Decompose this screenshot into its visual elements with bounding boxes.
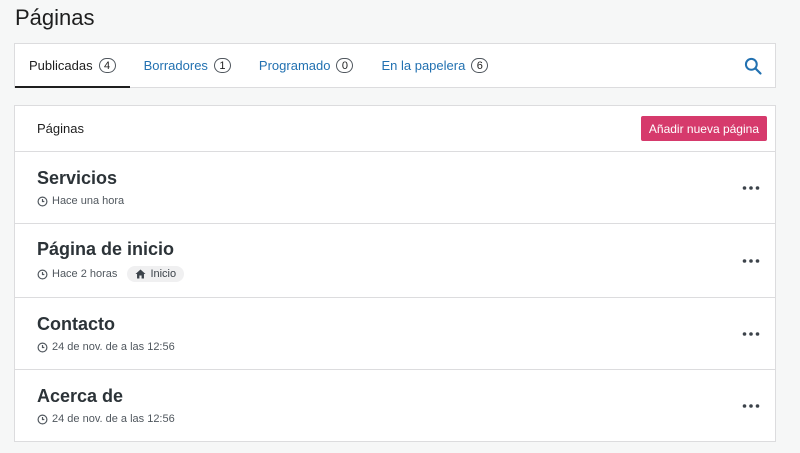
search-icon — [744, 57, 762, 75]
search-button[interactable] — [731, 44, 775, 87]
list-header-label: Páginas — [37, 121, 84, 136]
tab-label: En la papelera — [381, 58, 466, 73]
page-time-text: Hace 2 horas — [52, 268, 118, 280]
page-time-text: 24 de nov. de a las 12:56 — [52, 413, 175, 425]
page-meta: Hace 2 horas Inicio — [37, 266, 185, 282]
tab-published[interactable]: Publicadas 4 — [15, 44, 130, 88]
page-title-link[interactable]: Acerca de — [37, 386, 175, 407]
page-modified: 24 de nov. de a las 12:56 — [37, 413, 175, 425]
page-title-link[interactable]: Contacto — [37, 314, 175, 335]
tab-label: Borradores — [143, 58, 208, 73]
more-actions-button[interactable] — [739, 176, 763, 200]
page-modified: 24 de nov. de a las 12:56 — [37, 341, 175, 353]
tab-count-badge: 1 — [213, 58, 231, 73]
tab-label: Programado — [258, 58, 331, 73]
page-row-main: Acerca de 24 de nov. de a las 12:56 — [37, 386, 175, 425]
add-new-page-button[interactable]: Añadir nueva página — [640, 116, 767, 141]
clock-icon — [37, 342, 48, 352]
page-meta: 24 de nov. de a las 12:56 — [37, 413, 175, 425]
homepage-badge-label: Inicio — [150, 268, 177, 280]
page-row: Acerca de 24 de nov. de a las 12:56 — [15, 370, 775, 441]
tab-label: Publicadas — [29, 58, 93, 73]
clock-icon — [37, 196, 48, 206]
tab-trash[interactable]: En la papelera 6 — [367, 44, 502, 87]
page-modified: Hace 2 horas — [37, 268, 117, 280]
more-actions-button[interactable] — [739, 249, 763, 273]
tab-count-badge: 0 — [336, 58, 354, 73]
status-tabs: Publicadas 4 Borradores 1 Programado 0 E… — [14, 43, 776, 88]
more-actions-button[interactable] — [739, 322, 763, 346]
tab-count-badge: 6 — [471, 58, 489, 73]
page-title: Páginas — [15, 5, 95, 30]
page-row-main: Servicios Hace una hora — [37, 168, 124, 207]
page-row: Servicios Hace una hora — [15, 152, 775, 224]
tabs-spacer — [502, 44, 731, 87]
page-time-text: 24 de nov. de a las 12:56 — [52, 341, 175, 353]
page-title-link[interactable]: Servicios — [37, 168, 124, 189]
page-meta: Hace una hora — [37, 195, 124, 207]
ellipsis-icon — [742, 331, 760, 336]
ellipsis-icon — [742, 185, 760, 190]
more-actions-button[interactable] — [739, 394, 763, 418]
page-row-main: Página de inicio Hace 2 horas Inicio — [37, 239, 185, 282]
page-modified: Hace una hora — [37, 195, 124, 207]
ellipsis-icon — [742, 403, 760, 408]
tab-drafts[interactable]: Borradores 1 — [130, 44, 245, 87]
tab-scheduled[interactable]: Programado 0 — [245, 44, 368, 87]
page-row: Contacto 24 de nov. de a las 12:56 — [15, 298, 775, 370]
clock-icon — [37, 414, 48, 424]
page-title-link[interactable]: Página de inicio — [37, 239, 184, 260]
clock-icon — [37, 269, 48, 279]
page-row-main: Contacto 24 de nov. de a las 12:56 — [37, 314, 175, 353]
tab-count-badge: 4 — [98, 58, 116, 73]
homepage-badge: Inicio — [127, 266, 185, 282]
pages-screen: Páginas Publicadas 4 Borradores 1 Progra… — [0, 0, 800, 453]
page-row: Página de inicio Hace 2 horas Inicio — [15, 224, 775, 298]
page-time-text: Hace una hora — [52, 195, 125, 207]
page-meta: 24 de nov. de a las 12:56 — [37, 341, 175, 353]
pages-list: Páginas Añadir nueva página Servicios Ha… — [14, 105, 776, 442]
ellipsis-icon — [742, 258, 760, 263]
home-icon — [135, 269, 146, 279]
list-header: Páginas Añadir nueva página — [15, 106, 775, 152]
